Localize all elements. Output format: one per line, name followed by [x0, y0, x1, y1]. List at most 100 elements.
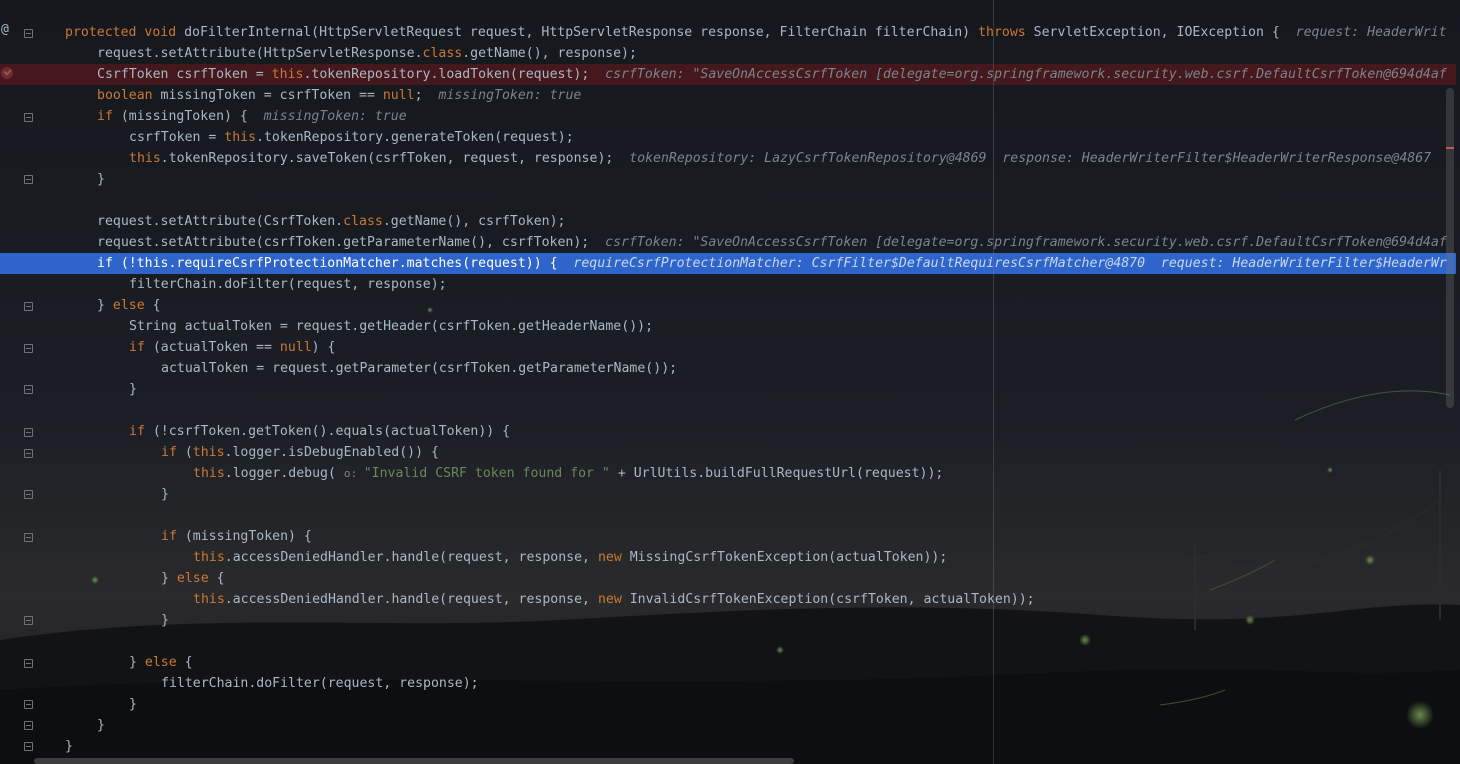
- code-line-text: request.setAttribute(CsrfToken.class.get…: [97, 211, 565, 232]
- code-line[interactable]: filterChain.doFilter(request, response);: [0, 673, 1456, 694]
- code-token: }: [129, 697, 137, 712]
- code-line[interactable]: boolean missingToken = csrfToken == null…: [0, 85, 1456, 106]
- code-token: }: [161, 571, 177, 586]
- code-line[interactable]: [0, 190, 1456, 211]
- code-token: else: [144, 655, 185, 670]
- code-token: request.setAttribute(CsrfToken.: [97, 214, 344, 229]
- code-line[interactable]: actualToken = request.getParameter(csrfT…: [0, 358, 1456, 379]
- code-token: (missingToken) {: [120, 109, 264, 124]
- code-line-text: filterChain.doFilter(request, response);: [161, 673, 479, 694]
- code-line-text: this.tokenRepository.saveToken(csrfToken…: [129, 148, 1431, 169]
- code-line[interactable]: request.setAttribute(CsrfToken.class.get…: [0, 211, 1456, 232]
- code-line[interactable]: } else {: [0, 652, 1456, 673]
- code-token: missingToken = csrfToken ==: [160, 88, 383, 103]
- code-line-text: if (!this.requireCsrfProtectionMatcher.m…: [97, 253, 1447, 274]
- code-token: InvalidCsrfTokenException(csrfToken, act…: [629, 592, 1035, 607]
- code-token: csrfToken =: [129, 130, 225, 145]
- code-token: }: [161, 613, 169, 628]
- code-token: ) {: [311, 340, 336, 355]
- code-token: (actualToken ==: [152, 340, 280, 355]
- right-margin-guide: [993, 0, 994, 764]
- code-editor[interactable]: @ protected void doFilterInternal(HttpSe…: [0, 0, 1460, 764]
- code-line[interactable]: [0, 505, 1456, 526]
- code-token: new: [597, 592, 630, 607]
- code-line[interactable]: }: [0, 715, 1456, 736]
- code-line[interactable]: CsrfToken csrfToken = this.tokenReposito…: [0, 64, 1456, 85]
- code-line[interactable]: if (missingToken) { missingToken: true: [0, 106, 1456, 127]
- code-token: this: [192, 445, 225, 460]
- code-line-text: if (actualToken == null) {: [129, 337, 335, 358]
- error-stripe-mark[interactable]: [1446, 147, 1454, 149]
- code-line[interactable]: }: [0, 379, 1456, 400]
- inline-debug-value: missingToken: true: [263, 109, 407, 124]
- code-line[interactable]: }: [0, 694, 1456, 715]
- code-token: if: [129, 340, 153, 355]
- code-token: else: [176, 571, 217, 586]
- inline-debug-value: tokenRepository: LazyCsrfTokenRepository…: [629, 151, 1432, 166]
- horizontal-scrollbar[interactable]: [34, 758, 794, 764]
- code-line[interactable]: if (!this.requireCsrfProtectionMatcher.m…: [0, 253, 1456, 274]
- code-line[interactable]: this.tokenRepository.saveToken(csrfToken…: [0, 148, 1456, 169]
- code-line-text: if (missingToken) { missingToken: true: [97, 106, 407, 127]
- code-token: .getName(), response);: [462, 46, 637, 61]
- code-line[interactable]: csrfToken = this.tokenRepository.generat…: [0, 127, 1456, 148]
- code-line[interactable]: request.setAttribute(csrfToken.getParame…: [0, 232, 1456, 253]
- code-token: .accessDeniedHandler.handle(request, res…: [224, 592, 598, 607]
- code-line[interactable]: [0, 631, 1456, 652]
- code-line-text: request.setAttribute(HttpServletResponse…: [97, 43, 637, 64]
- code-line[interactable]: }: [0, 610, 1456, 631]
- code-token: String actualToken = request.getHeader(c…: [129, 319, 654, 334]
- code-line-text: }: [129, 694, 137, 715]
- code-token: class: [422, 46, 463, 61]
- code-line-text: filterChain.doFilter(request, response);: [129, 274, 447, 295]
- code-token: {: [216, 571, 225, 586]
- code-line-text: }: [97, 715, 105, 736]
- code-token: "Invalid CSRF token found for ": [363, 466, 618, 481]
- code-token: this: [136, 256, 169, 271]
- code-line[interactable]: this.logger.debug( o: "Invalid CSRF toke…: [0, 463, 1456, 484]
- code-line[interactable]: if (this.logger.isDebugEnabled()) {: [0, 442, 1456, 463]
- code-line[interactable]: protected void doFilterInternal(HttpServ…: [0, 22, 1456, 43]
- code-token: actualToken = request.getParameter(csrfT…: [161, 361, 678, 376]
- code-line[interactable]: if (!csrfToken.getToken().equals(actualT…: [0, 421, 1456, 442]
- code-line[interactable]: this.accessDeniedHandler.handle(request,…: [0, 589, 1456, 610]
- code-line[interactable]: [0, 400, 1456, 421]
- code-token: .tokenRepository.loadToken(request);: [303, 67, 606, 82]
- code-token: {: [152, 298, 161, 313]
- code-token: }: [129, 655, 145, 670]
- code-token: else: [112, 298, 153, 313]
- code-line[interactable]: request.setAttribute(HttpServletResponse…: [0, 43, 1456, 64]
- code-line-text: if (this.logger.isDebugEnabled()) {: [161, 442, 439, 463]
- code-line-text: this.accessDeniedHandler.handle(request,…: [193, 589, 1035, 610]
- code-line[interactable]: } else {: [0, 568, 1456, 589]
- code-line[interactable]: }: [0, 484, 1456, 505]
- code-token: .logger.isDebugEnabled()) {: [224, 445, 439, 460]
- code-line[interactable]: }: [0, 169, 1456, 190]
- code-line-text: if (!csrfToken.getToken().equals(actualT…: [129, 421, 510, 442]
- code-token: .accessDeniedHandler.handle(request, res…: [224, 550, 598, 565]
- code-token: request.setAttribute(csrfToken.getParame…: [97, 235, 606, 250]
- code-token: .requireCsrfProtectionMatcher.matches(re…: [168, 256, 574, 271]
- code-line-text: }: [65, 736, 73, 757]
- code-line-text: actualToken = request.getParameter(csrfT…: [161, 358, 677, 379]
- code-area[interactable]: protected void doFilterInternal(HttpServ…: [0, 0, 1460, 764]
- code-token: .tokenRepository.saveToken(csrfToken, re…: [160, 151, 630, 166]
- code-token: }: [97, 172, 105, 187]
- code-line[interactable]: String actualToken = request.getHeader(c…: [0, 316, 1456, 337]
- code-line[interactable]: if (actualToken == null) {: [0, 337, 1456, 358]
- code-line[interactable]: this.accessDeniedHandler.handle(request,…: [0, 547, 1456, 568]
- code-line-text: CsrfToken csrfToken = this.tokenReposito…: [97, 64, 1447, 85]
- inline-debug-value: requireCsrfProtectionMatcher: CsrfFilter…: [573, 256, 1447, 271]
- vertical-scrollbar[interactable]: [1446, 88, 1454, 408]
- code-line[interactable]: } else {: [0, 295, 1456, 316]
- code-token: doFilterInternal(HttpServletRequest requ…: [184, 25, 979, 40]
- code-token: + UrlUtils.buildFullRequestUrl(request))…: [617, 466, 944, 481]
- code-line[interactable]: }: [0, 736, 1456, 757]
- code-token: null: [279, 340, 312, 355]
- code-line[interactable]: if (missingToken) {: [0, 526, 1456, 547]
- inline-debug-value: csrfToken: "SaveOnAccessCsrfToken [deleg…: [605, 67, 1447, 82]
- code-line[interactable]: filterChain.doFilter(request, response);: [0, 274, 1456, 295]
- inline-debug-value: csrfToken: "SaveOnAccessCsrfToken [deleg…: [605, 235, 1447, 250]
- code-token: boolean: [97, 88, 161, 103]
- code-line-text: if (missingToken) {: [161, 526, 312, 547]
